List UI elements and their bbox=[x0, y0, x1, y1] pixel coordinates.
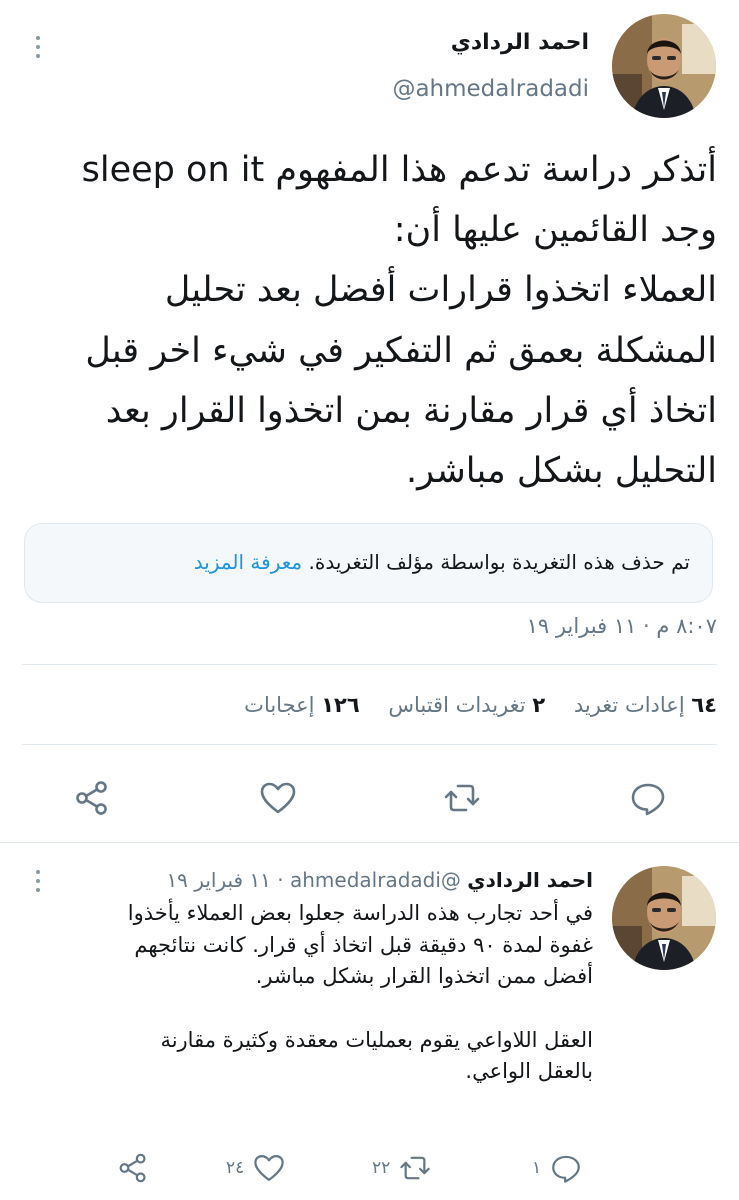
reply-line: العقل اللاواعي يقوم بعمليات معقدة وكثيرة… bbox=[160, 1027, 593, 1052]
like-button[interactable]: ٢٤ bbox=[226, 1150, 286, 1186]
quotes-count: ٢ bbox=[532, 693, 546, 717]
deleted-tweet-notice: تم حذف هذه التغريدة بواسطة مؤلف التغريدة… bbox=[24, 523, 713, 603]
divider bbox=[0, 842, 739, 843]
likes-count: ١٢٦ bbox=[321, 693, 360, 717]
retweet-icon bbox=[400, 1156, 430, 1180]
reply-count: ١ bbox=[532, 1158, 542, 1178]
reply-action-bar: ١ ٢٢ ٢٤ bbox=[0, 1150, 739, 1186]
learn-more-link[interactable]: معرفة المزيد bbox=[194, 550, 302, 574]
retweets-stat[interactable]: ٦٤ إعادات تغريد bbox=[574, 693, 717, 717]
reply-header: احمد الردادي @ahmedalradadi · ١١ فبراير … bbox=[166, 868, 593, 892]
retweet-count: ٢٢ bbox=[372, 1158, 391, 1178]
tweet-timestamp[interactable]: ٨:٠٧ م · ١١ فبراير ١٩ bbox=[527, 614, 717, 638]
reply-button[interactable]: ١ bbox=[532, 1150, 583, 1186]
tweet-line: اتخاذ أي قرار مقارنة بمن اتخذوا القرار ب… bbox=[105, 390, 717, 431]
retweet-icon[interactable] bbox=[442, 778, 482, 818]
retweets-label: إعادات تغريد bbox=[573, 693, 685, 717]
quotes-label: تغريدات اقتباس bbox=[388, 693, 526, 717]
notice-text: تم حذف هذه التغريدة بواسطة مؤلف التغريدة… bbox=[308, 550, 690, 574]
reply-icon bbox=[552, 1155, 580, 1183]
tweet-line: التحليل بشكل مباشر. bbox=[406, 450, 717, 491]
divider bbox=[22, 664, 717, 665]
reply-date[interactable]: · ١١ فبراير ١٩ bbox=[166, 868, 283, 892]
share-icon[interactable] bbox=[72, 778, 112, 818]
reply-line: أفضل ممن اتخذوا القرار بشكل مباشر. bbox=[255, 964, 593, 988]
share-icon bbox=[119, 1153, 146, 1183]
like-icon bbox=[254, 1154, 284, 1182]
reply-line: بالعقل الواعي. bbox=[465, 1059, 593, 1083]
likes-label: إعجابات bbox=[244, 693, 315, 717]
avatar[interactable] bbox=[612, 866, 716, 970]
author-handle[interactable]: @ahmedalradadi bbox=[290, 868, 461, 892]
more-options-icon[interactable] bbox=[34, 870, 42, 892]
author-handle[interactable]: @ahmedalradadi bbox=[392, 76, 589, 102]
reply-line: في أحد تجارب هذه الدراسة جعلوا بعض العمل… bbox=[127, 901, 593, 925]
tweet-line: العملاء اتخذوا قرارات أفضل بعد تحليل bbox=[164, 270, 717, 311]
like-count: ٢٤ bbox=[226, 1158, 245, 1178]
more-options-icon[interactable] bbox=[34, 36, 42, 58]
retweets-count: ٦٤ bbox=[691, 693, 717, 717]
author-name[interactable]: احمد الردادي bbox=[451, 30, 589, 55]
avatar[interactable] bbox=[612, 14, 716, 118]
share-button[interactable] bbox=[116, 1150, 150, 1186]
tweet-line: وجد القائمين عليها أن: bbox=[393, 210, 717, 251]
tweet-stats: ٦٤ إعادات تغريد ٢ تغريدات اقتباس ١٢٦ إعج… bbox=[244, 693, 717, 717]
tweet-text: أتذكر دراسة تدعم هذا المفهوم sleep on it… bbox=[17, 140, 717, 501]
quotes-stat[interactable]: ٢ تغريدات اقتباس bbox=[388, 693, 545, 717]
author-name[interactable]: احمد الردادي bbox=[467, 868, 593, 892]
reply-icon[interactable] bbox=[628, 778, 668, 818]
tweet-line: المشكلة بعمق ثم التفكير في شيء اخر قبل bbox=[85, 330, 717, 371]
like-icon[interactable] bbox=[258, 778, 298, 818]
notice-message: تم حذف هذه التغريدة بواسطة مؤلف التغريدة… bbox=[194, 550, 690, 574]
reply-line: غفوة لمدة ٩٠ دقيقة قبل اتخاذ أي قرار. كا… bbox=[134, 932, 593, 957]
tweet-line: أتذكر دراسة تدعم هذا المفهوم sleep on it bbox=[81, 150, 717, 190]
retweet-button[interactable]: ٢٢ bbox=[372, 1150, 432, 1186]
divider bbox=[22, 744, 717, 745]
reply-text: في أحد تجارب هذه الدراسة جعلوا بعض العمل… bbox=[23, 898, 593, 1088]
likes-stat[interactable]: ١٢٦ إعجابات bbox=[244, 693, 359, 717]
